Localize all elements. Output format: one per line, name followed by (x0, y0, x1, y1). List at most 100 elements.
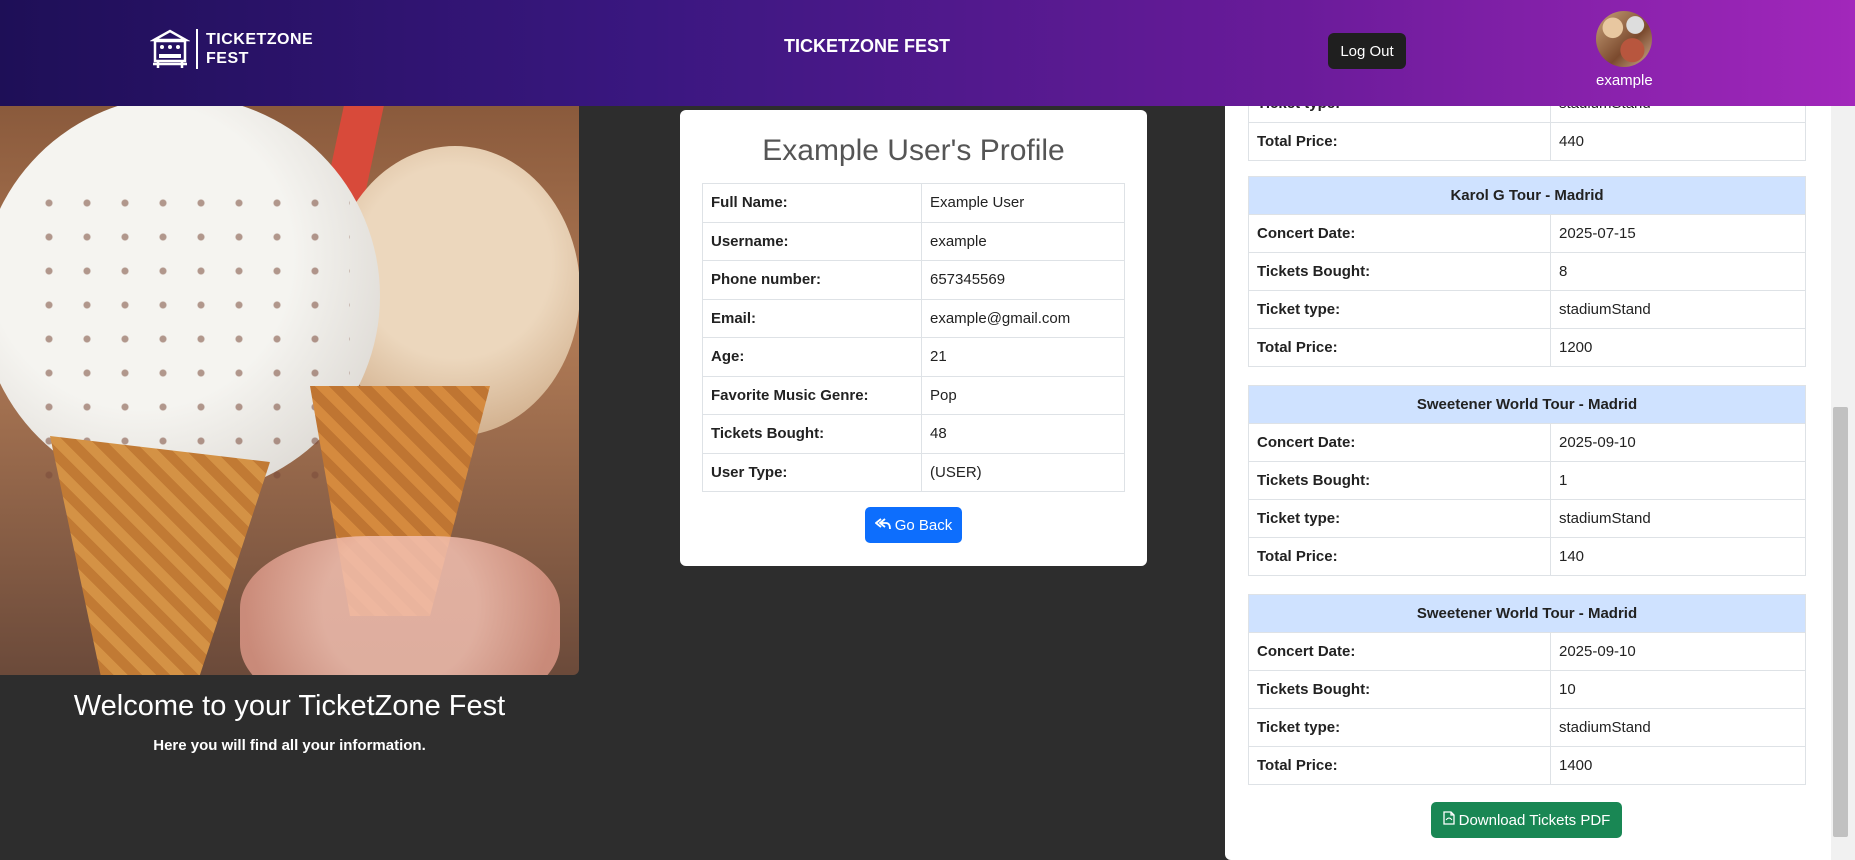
file-pdf-icon (1442, 811, 1455, 825)
ticket-row: Ticket type:stadiumStand (1248, 290, 1806, 329)
logo-divider (196, 29, 198, 69)
profile-row: Username: example (702, 221, 1125, 261)
welcome-heading: Welcome to your TicketZone Fest (73, 690, 506, 722)
ticket-label: Total Price: (1248, 537, 1551, 576)
ticket-value: stadiumStand (1550, 106, 1806, 123)
ticket-row: Concert Date: 2025-07-15 (1248, 214, 1806, 253)
ticket-row: Concert Date: 2025-09-10 (1248, 423, 1806, 462)
ticket-label: Total Price: (1248, 328, 1551, 367)
logo-line-1: TICKETZONE (206, 31, 314, 48)
stage-logo-icon (150, 29, 190, 68)
go-back-label: Go Back (894, 516, 953, 534)
ticket-label: Concert Date: (1248, 214, 1551, 253)
ticket-label: Concert Date: (1248, 423, 1551, 462)
profile-label: Phone number: (702, 260, 922, 300)
ticket-label: Ticket type: (1248, 499, 1551, 538)
ticket-value: 440 (1550, 122, 1806, 161)
ticket-row: Total Price: 1200 (1248, 328, 1806, 367)
profile-value: example (921, 221, 1125, 261)
profile-hero-image (0, 106, 579, 675)
ticket-value: 140 (1550, 537, 1806, 576)
profile-value: example@gmail.com (921, 298, 1125, 338)
profile-title: Example User's Profile (762, 134, 1065, 167)
profile-value: Example User (921, 183, 1125, 223)
profile-label: Username: (702, 221, 922, 261)
profile-row: Phone number: 657345569 (702, 260, 1125, 300)
profile-label: User Type: (702, 452, 922, 492)
ticket-row: Ticket type:stadiumStand (1248, 499, 1806, 538)
profile-value: 48 (921, 414, 1125, 454)
ticket-order-table: Sweetener World Tour - Madrid Concert Da… (1248, 594, 1806, 785)
ticket-value: 10 (1550, 670, 1806, 709)
ticket-value: 1 (1550, 461, 1806, 500)
ticket-value: stadiumStand (1550, 708, 1806, 747)
ticket-label: Ticket type: (1248, 106, 1551, 123)
profile-row: Full Name: Example User (702, 183, 1125, 223)
ticket-value: stadiumStand (1550, 499, 1806, 538)
ticket-value: stadiumStand (1550, 290, 1806, 329)
profile-card: Example User's Profile Full Name: Example… (680, 110, 1147, 566)
concert-name: Karol G Tour - Madrid (1248, 176, 1806, 215)
profile-row: Email: example@gmail.com (702, 298, 1125, 338)
profile-label: Favorite Music Genre: (702, 375, 922, 415)
brand-logo[interactable]: TICKETZONE FEST (150, 28, 313, 70)
profile-label: Age: (702, 337, 922, 377)
ticket-value: 8 (1550, 252, 1806, 291)
ticket-order-table: Sweetener World Tour - Madrid Concert Da… (1248, 385, 1806, 576)
logo-line-2: FEST (206, 50, 249, 67)
ticket-row: Tickets Bought: 1 (1248, 461, 1806, 500)
profile-row: Tickets Bought: 48 (702, 414, 1125, 454)
ticket-value: 1200 (1550, 328, 1806, 367)
welcome-subtitle: Here you will find all your information. (153, 737, 426, 754)
profile-value: 21 (921, 337, 1125, 377)
tickets-panel[interactable]: Ticket type:stadiumStand Total Price:440… (1225, 106, 1831, 860)
profile-value: (USER) (921, 452, 1125, 492)
profile-value: Pop (921, 375, 1125, 415)
ticket-label: Total Price: (1248, 122, 1551, 161)
concert-name: Sweetener World Tour - Madrid (1248, 385, 1806, 424)
ticket-order-table: Karol G Tour - Madrid Concert Date: 2025-… (1248, 176, 1806, 367)
profile-row: Age: 21 (702, 337, 1125, 377)
ticket-row: Total Price: 440 (1248, 122, 1806, 161)
profile-row: Favorite Music Genre: Pop (702, 375, 1125, 415)
ticket-row: Tickets Bought: 10 (1248, 670, 1806, 709)
ticket-row: Concert Date: 2025-09-10 (1248, 632, 1806, 671)
reply-all-icon (874, 517, 891, 529)
profile-label: Email: (702, 298, 922, 338)
profile-label: Tickets Bought: (702, 414, 922, 454)
logo-wordmark: TICKETZONE FEST (206, 30, 313, 68)
ticket-value: 2025-07-15 (1550, 214, 1806, 253)
hero-detail (50, 436, 270, 675)
ticket-value: 2025-09-10 (1550, 632, 1806, 671)
ticket-label: Tickets Bought: (1248, 670, 1551, 709)
download-label: Download Tickets PDF (1458, 812, 1611, 829)
download-tickets-pdf-button[interactable]: Download Tickets PDF (1431, 802, 1622, 838)
user-avatar[interactable] (1596, 11, 1652, 67)
ticket-value: 1400 (1550, 746, 1806, 785)
go-back-button[interactable]: Go Back (865, 507, 962, 543)
ticket-row: Ticket type:stadiumStand (1248, 708, 1806, 747)
ticket-row: Total Price: 140 (1248, 537, 1806, 576)
ticket-row: Total Price: 1400 (1248, 746, 1806, 785)
ticket-label: Ticket type: (1248, 708, 1551, 747)
profile-row: User Type: (USER) (702, 452, 1125, 492)
ticket-row: Ticket type:stadiumStand (1248, 106, 1806, 123)
ticket-label: Ticket type: (1248, 290, 1551, 329)
scrollbar-thumb[interactable] (1833, 407, 1848, 837)
logout-button[interactable]: Log Out (1328, 33, 1406, 69)
ticket-value: 2025-09-10 (1550, 423, 1806, 462)
ticket-label: Tickets Bought: (1248, 461, 1551, 500)
ticket-label: Tickets Bought: (1248, 252, 1551, 291)
ticket-order-table: Ticket type:stadiumStand Total Price:440 (1248, 106, 1806, 161)
ticket-row: Tickets Bought: 8 (1248, 252, 1806, 291)
profile-value: 657345569 (921, 260, 1125, 300)
profile-table: Full Name: Example User Username: example … (702, 183, 1125, 492)
concert-name: Sweetener World Tour - Madrid (1248, 594, 1806, 633)
profile-label: Full Name: (702, 183, 922, 223)
hero-detail (240, 536, 560, 675)
top-navbar: TICKETZONE FEST TICKETZONE FEST Log Out … (0, 0, 1855, 106)
navbar-title: TICKETZONE FEST (784, 36, 950, 56)
avatar-username: example (1596, 72, 1653, 89)
ticket-label: Total Price: (1248, 746, 1551, 785)
ticket-label: Concert Date: (1248, 632, 1551, 671)
